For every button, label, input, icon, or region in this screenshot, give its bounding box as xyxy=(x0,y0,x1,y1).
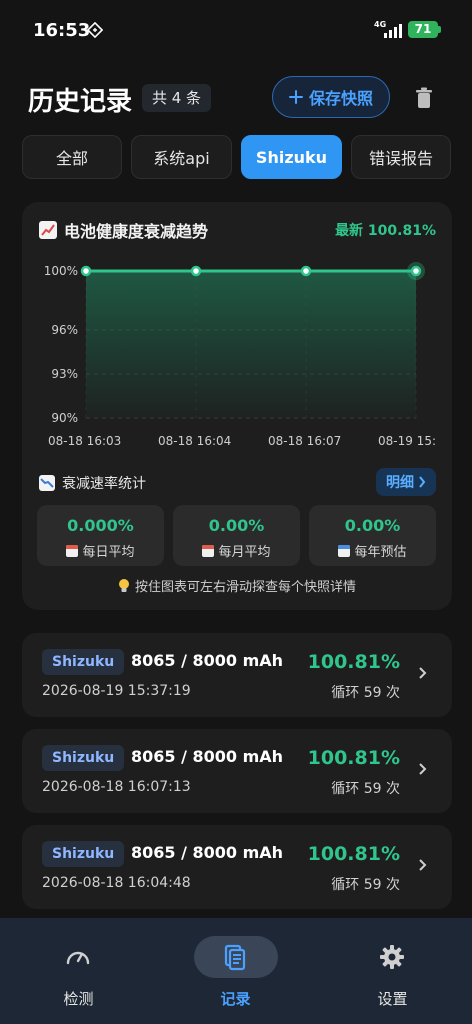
cycle-count: 循环 59 次 xyxy=(331,781,400,797)
record-item[interactable]: Shizuku 8065 / 8000 mAh 2026-08-18 16:04… xyxy=(22,825,452,909)
chevron-right-icon xyxy=(419,667,427,679)
nav-settings[interactable]: 设置 xyxy=(314,918,471,1024)
nav-detect-label: 检测 xyxy=(63,990,94,1008)
x-tick-label: 08-18 16:04 xyxy=(158,434,231,448)
source-badge: Shizuku xyxy=(42,649,125,675)
chart-down-icon xyxy=(39,475,55,491)
chart-area xyxy=(86,271,416,418)
stat-yearly-label: 每年预估 xyxy=(354,545,407,560)
battery-icon xyxy=(438,26,441,33)
nav-records[interactable]: 记录 xyxy=(157,918,314,1024)
stat-monthly-value: 0.00% xyxy=(208,516,265,535)
y-tick-label: 100% xyxy=(44,264,78,278)
stat-daily: 0.000% 每日平均 xyxy=(37,505,164,566)
calendar-icon xyxy=(338,544,351,557)
cycle-count: 循环 59 次 xyxy=(331,877,400,893)
source-badge: Shizuku xyxy=(42,745,125,771)
rate-stats-title: 衰减速率统计 xyxy=(38,473,146,493)
signal-icon xyxy=(384,24,402,38)
health-value: 100.81% xyxy=(307,747,400,769)
save-snapshot-button[interactable]: 保存快照 xyxy=(272,76,390,118)
data-point[interactable] xyxy=(80,265,92,277)
battery-level: 71 xyxy=(408,21,438,38)
stat-monthly-caption: 每月平均 xyxy=(173,541,300,560)
bottom-nav: 检测 记录 设置 xyxy=(0,918,472,1024)
data-point[interactable] xyxy=(190,265,202,277)
record-time: 2026-08-18 16:07:13 xyxy=(42,779,191,795)
tab-all[interactable]: 全部 xyxy=(22,135,122,179)
tab-shizuku[interactable]: Shizuku xyxy=(241,135,342,179)
save-snapshot-label: 保存快照 xyxy=(308,89,373,108)
trend-card: 电池健康度衰减趋势 最新 100.81% 100% 96% 93% 90% 08-18… xyxy=(22,202,452,610)
nav-settings-label: 设置 xyxy=(377,990,408,1008)
health-value: 100.81% xyxy=(307,843,400,865)
stat-daily-caption: 每日平均 xyxy=(37,541,164,560)
rate-stats-label: 衰减速率统计 xyxy=(62,476,146,492)
plus-icon xyxy=(288,90,303,104)
lightbulb-icon xyxy=(118,578,129,592)
chart-hint: 按住图表可左右滑动探查每个快照详情 xyxy=(22,576,452,595)
stat-yearly-caption: 每年预估 xyxy=(309,541,436,560)
y-tick-label: 90% xyxy=(51,411,78,425)
trend-title: 电池健康度衰减趋势 xyxy=(38,218,208,242)
tab-error-report[interactable]: 错误报告 xyxy=(351,135,451,179)
y-tick-label: 93% xyxy=(51,367,78,381)
nav-records-label: 记录 xyxy=(220,990,251,1008)
y-tick-label: 96% xyxy=(51,323,78,337)
status-bar: 16:53 4G 71 xyxy=(0,0,472,62)
status-time: 16:53 xyxy=(33,20,91,41)
calendar-icon xyxy=(202,544,215,557)
record-time: 2026-08-18 16:04:48 xyxy=(42,875,191,891)
record-time: 2026-08-19 15:37:19 xyxy=(42,683,191,699)
gear-icon xyxy=(380,945,404,969)
nav-detect[interactable]: 检测 xyxy=(0,918,157,1024)
health-trend-chart[interactable]: 100% 96% 93% 90% 08-18 16:03 08-18 16:04 08-1… xyxy=(22,248,452,458)
calendar-icon xyxy=(66,544,79,557)
capacity-value: 8065 / 8000 mAh xyxy=(131,651,284,670)
stat-yearly-value: 0.00% xyxy=(344,516,401,535)
stat-daily-value: 0.000% xyxy=(67,516,134,535)
page-title: 历史记录 xyxy=(28,87,133,117)
data-point[interactable] xyxy=(410,265,422,277)
stat-daily-label: 每日平均 xyxy=(82,545,135,560)
latest-health: 最新 100.81% xyxy=(335,223,436,239)
chevron-right-icon xyxy=(419,476,426,488)
health-value: 100.81% xyxy=(307,651,400,673)
chevron-right-icon xyxy=(419,859,427,871)
record-item[interactable]: Shizuku 8065 / 8000 mAh 2026-08-19 15:37… xyxy=(22,633,452,717)
records-icon xyxy=(224,944,246,971)
trend-title-text: 电池健康度衰减趋势 xyxy=(64,222,209,241)
chevron-right-icon xyxy=(419,763,427,775)
chart-up-icon xyxy=(39,221,57,239)
notification-icon xyxy=(87,22,103,38)
data-point[interactable] xyxy=(300,265,312,277)
tab-system-api[interactable]: 系统api xyxy=(131,135,232,179)
delete-icon[interactable] xyxy=(410,84,438,112)
gauge-icon xyxy=(66,951,90,965)
x-tick-label: 08-18 16:03 xyxy=(48,434,121,448)
details-label: 明细 xyxy=(386,475,414,491)
capacity-value: 8065 / 8000 mAh xyxy=(131,843,284,862)
record-item[interactable]: Shizuku 8065 / 8000 mAh 2026-08-18 16:07… xyxy=(22,729,452,813)
capacity-value: 8065 / 8000 mAh xyxy=(131,747,284,766)
record-count-badge: 共 4 条 xyxy=(142,84,211,112)
cycle-count: 循环 59 次 xyxy=(331,685,400,701)
details-button[interactable]: 明细 xyxy=(376,468,436,496)
stat-monthly: 0.00% 每月平均 xyxy=(173,505,300,566)
x-tick-label: 08-18 16:07 xyxy=(268,434,341,448)
stat-yearly: 0.00% 每年预估 xyxy=(309,505,436,566)
chart-hint-text: 按住图表可左右滑动探查每个快照详情 xyxy=(134,580,356,595)
source-badge: Shizuku xyxy=(42,841,125,867)
stat-monthly-label: 每月平均 xyxy=(218,545,271,560)
x-tick-label: 08-19 15: xyxy=(378,434,436,448)
